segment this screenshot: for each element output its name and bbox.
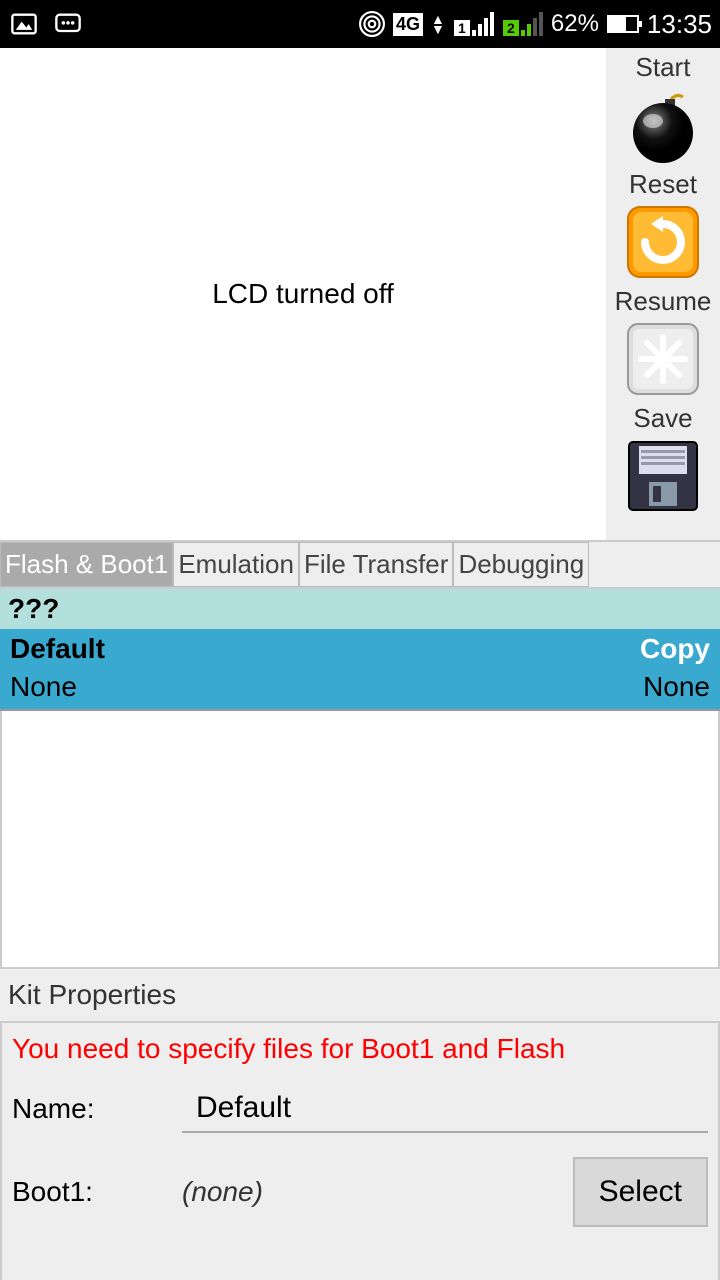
name-row: Name: [12,1085,708,1133]
tab-flash-boot1[interactable]: Flash & Boot1 [0,542,173,587]
floppy-icon [623,436,703,516]
boot1-row: Boot1: (none) Select [12,1157,708,1227]
status-bar: 4G ▲▼ 1 2 62% 13:35 [0,0,720,48]
network-badge: 4G [393,13,423,36]
save-button[interactable]: Save [623,403,703,516]
tab-bar: Flash & Boot1 Emulation File Transfer De… [0,540,720,589]
sim2-signal: 2 [502,12,543,36]
start-button[interactable]: Start [623,52,703,165]
copy-button[interactable]: Copy [640,633,710,665]
resume-button[interactable]: Resume [615,286,712,399]
save-label: Save [633,403,692,434]
kit-list-item[interactable]: Default Copy None None [0,629,720,711]
side-toolbar: Start Reset [606,48,720,540]
resume-label: Resume [615,286,712,317]
main-area: LCD turned off Start Reset [0,48,720,540]
hotspot-icon [359,11,385,37]
kit-list-header: ??? [0,589,720,629]
boot1-value: (none) [182,1176,573,1208]
name-label: Name: [12,1093,182,1125]
kit-list-empty-area[interactable] [0,711,720,969]
kit-properties-body: You need to specify files for Boot1 and … [0,1021,720,1280]
kit-properties-title: Kit Properties [8,973,712,1017]
lcd-panel[interactable]: LCD turned off [0,48,606,540]
battery-percent: 62% [551,10,599,38]
kit-boot-value: None [643,671,710,703]
picture-icon [8,10,40,38]
clock: 13:35 [647,9,712,40]
kit-properties-section: Kit Properties [0,969,720,1021]
tab-emulation[interactable]: Emulation [173,542,299,587]
lcd-message: LCD turned off [212,278,394,310]
kit-warning: You need to specify files for Boot1 and … [12,1033,708,1065]
tab-debugging[interactable]: Debugging [453,542,589,587]
start-label: Start [636,52,691,83]
boot1-select-button[interactable]: Select [573,1157,708,1227]
kit-name: Default [10,633,105,665]
snowflake-icon [623,319,703,399]
reset-label: Reset [629,169,697,200]
kit-flash-value: None [10,671,77,703]
reset-button[interactable]: Reset [623,169,703,282]
name-input[interactable] [182,1085,708,1133]
data-arrows-icon: ▲▼ [431,14,445,34]
bomb-icon [623,85,703,165]
reset-icon [623,202,703,282]
sim1-signal: 1 [453,12,494,36]
boot1-label: Boot1: [12,1176,182,1208]
bbm-icon [52,10,84,38]
tab-file-transfer[interactable]: File Transfer [299,542,454,587]
battery-icon [607,15,639,33]
